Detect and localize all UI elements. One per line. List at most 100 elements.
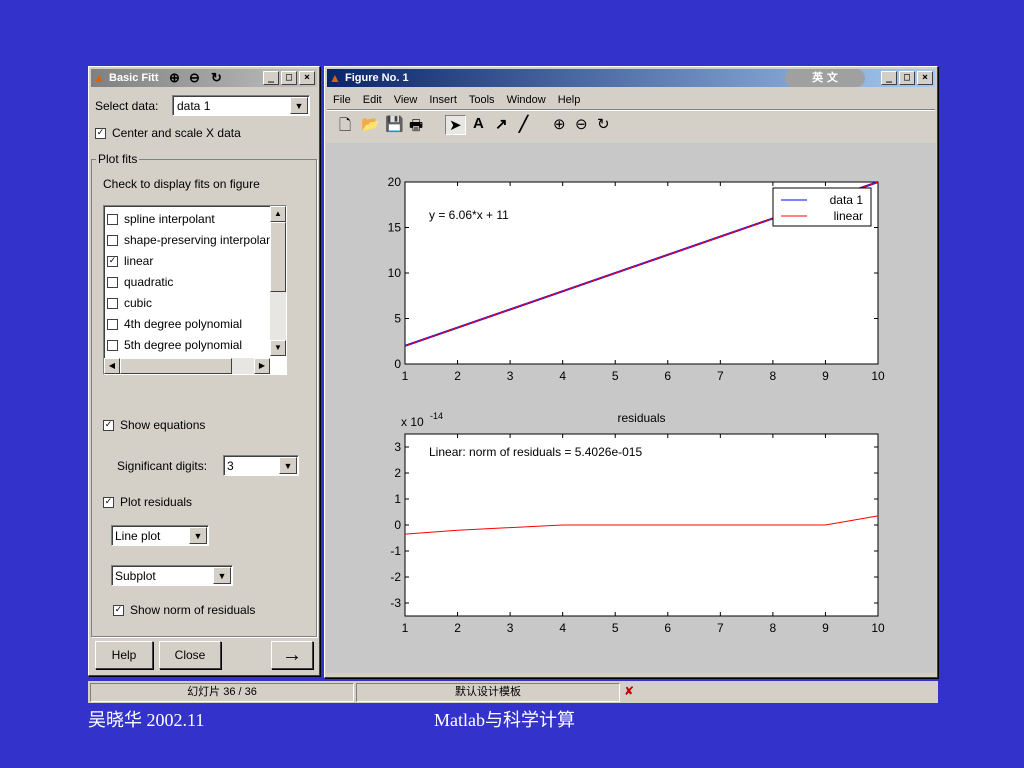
residual-plot-xtick-label: 8 <box>770 621 777 635</box>
close-button[interactable]: Close <box>159 641 221 669</box>
fit-option-label: 5th degree polynomial <box>124 338 243 352</box>
chevron-down-icon[interactable]: ▼ <box>290 97 308 114</box>
checkbox-icon[interactable] <box>107 277 118 289</box>
scroll-right-button[interactable]: ▶ <box>254 358 270 374</box>
rotate-icon[interactable]: ↻ <box>211 70 222 86</box>
maximize-button[interactable]: □ <box>899 71 915 85</box>
insert-arrow-icon[interactable]: ↗ <box>495 115 508 133</box>
fit-options-items: spline interpolant shape-preserving inter… <box>107 209 276 356</box>
status-template-panel: 默认设计模板 <box>356 683 620 702</box>
chevron-down-icon[interactable]: ▼ <box>279 457 297 474</box>
basic-fitting-title: Basic Fitt <box>109 72 159 84</box>
checkbox-icon[interactable] <box>107 340 118 352</box>
menu-window[interactable]: Window <box>507 94 546 106</box>
residual-plot-exponent-power: -14 <box>430 411 443 421</box>
figure-canvas[interactable]: 1 2 3 4 5 6 7 8 9 1005101520y = 6.06*x + 11data 1… <box>326 143 936 673</box>
checkbox-icon[interactable] <box>107 319 118 331</box>
checkbox-icon[interactable]: ✓ <box>107 256 118 268</box>
scroll-down-button[interactable]: ▼ <box>270 340 286 356</box>
fit-option-item[interactable]: 4th degree polynomial <box>107 314 267 335</box>
fit-option-item[interactable]: spline interpolant <box>107 209 267 230</box>
figure-titlebar[interactable]: ▲ Figure No. 1 英 文 _ □ × <box>327 69 935 87</box>
menu-view[interactable]: View <box>394 94 418 106</box>
figure-title: Figure No. 1 <box>345 72 409 84</box>
checkbox-icon[interactable]: ✓ <box>95 128 106 140</box>
residual-plot-ytick-label: 1 <box>394 492 401 506</box>
chevron-down-icon[interactable]: ▼ <box>189 527 207 544</box>
menu-insert[interactable]: Insert <box>429 94 457 106</box>
zoom-in-icon[interactable]: ⊕ <box>553 115 566 133</box>
fit-option-item[interactable]: shape-preserving interpolant <box>107 230 276 251</box>
fit-plot-xtick-label: 7 <box>717 369 724 383</box>
menu-bar: File Edit View Insert Tools Window Help <box>333 92 592 106</box>
fit-options-list[interactable]: spline interpolant shape-preserving inter… <box>103 205 287 375</box>
matlab-logo-icon: ▲ <box>93 71 105 85</box>
fit-plot-xtick-label: 5 <box>612 369 619 383</box>
rotate-3d-icon[interactable]: ↻ <box>597 115 610 133</box>
open-folder-icon[interactable]: 📂 <box>361 115 380 133</box>
checkbox-icon[interactable]: ✓ <box>103 497 114 509</box>
residual-plot-ytick-label: 3 <box>394 440 401 454</box>
new-figure-icon[interactable]: 🗋 <box>339 115 351 140</box>
zoom-in-icon[interactable]: ⊕ <box>169 70 180 86</box>
center-scale-checkbox[interactable]: ✓ Center and scale X data <box>95 126 241 140</box>
show-equations-checkbox[interactable]: ✓ Show equations <box>103 418 205 432</box>
checkbox-icon[interactable]: ✓ <box>113 605 124 617</box>
chevron-down-icon[interactable]: ▼ <box>213 567 231 584</box>
sig-digits-dropdown[interactable]: 3 ▼ <box>223 455 299 476</box>
zoom-out-icon[interactable]: ⊖ <box>575 115 588 133</box>
residual-plot-xtick-label: 2 <box>454 621 461 635</box>
figure-window: ▲ Figure No. 1 英 文 _ □ × File Edit View Ins… <box>324 66 938 678</box>
hscroll-thumb[interactable] <box>120 358 232 374</box>
fit-option-item[interactable]: ✓ linear <box>107 251 267 272</box>
residual-plot-ytick-label: -3 <box>390 596 401 610</box>
status-slide-panel: 幻灯片 36 / 36 <box>90 683 354 702</box>
plot-residuals-checkbox[interactable]: ✓ Plot residuals <box>103 495 192 509</box>
save-icon[interactable]: 💾 <box>385 115 404 133</box>
residual-plot-ytick-label: 0 <box>394 518 401 532</box>
residual-plot-xtick-label: 5 <box>612 621 619 635</box>
fit-plot-ytick-label: 0 <box>394 357 401 371</box>
minimize-button[interactable]: _ <box>881 71 897 85</box>
scroll-thumb[interactable] <box>270 222 286 292</box>
insert-text-icon[interactable]: A <box>473 115 484 132</box>
fit-option-item[interactable]: quadratic <box>107 272 267 293</box>
spell-check-icon[interactable]: ✘ <box>624 684 634 698</box>
minimize-button[interactable]: _ <box>263 71 279 85</box>
menu-help[interactable]: Help <box>558 94 581 106</box>
horizontal-scrollbar[interactable]: ◀ ▶ <box>104 358 270 374</box>
ime-indicator[interactable]: 英 文 <box>785 69 865 87</box>
scroll-left-button[interactable]: ◀ <box>104 358 120 374</box>
maximize-button[interactable]: □ <box>281 71 297 85</box>
fit-plot-xtick-label: 4 <box>559 369 566 383</box>
fit-option-label: spline interpolant <box>124 212 215 226</box>
select-arrow-icon[interactable]: ➤ <box>445 115 466 135</box>
residual-plot-xtick-label: 6 <box>664 621 671 635</box>
fit-option-item[interactable]: cubic <box>107 293 267 314</box>
basic-fitting-titlebar[interactable]: ▲ Basic Fitt ⊕ ⊖ ↻ _ □ × <box>91 69 317 87</box>
vertical-scrollbar[interactable]: ▲ ▼ <box>270 206 286 356</box>
close-window-button[interactable]: × <box>299 71 315 85</box>
menu-tools[interactable]: Tools <box>469 94 495 106</box>
scroll-up-button[interactable]: ▲ <box>270 206 286 222</box>
show-norm-checkbox[interactable]: ✓ Show norm of residuals <box>113 603 255 617</box>
fit-plot-xtick-label: 9 <box>822 369 829 383</box>
insert-line-icon[interactable]: ╱ <box>519 115 528 133</box>
menu-file[interactable]: File <box>333 94 351 106</box>
zoom-out-icon[interactable]: ⊖ <box>189 70 200 86</box>
arrow-forward-button[interactable]: → <box>271 641 313 669</box>
checkbox-icon[interactable] <box>107 298 118 310</box>
print-icon[interactable]: 🖶 <box>409 115 423 140</box>
checkbox-icon[interactable] <box>107 235 118 247</box>
select-data-dropdown[interactable]: data 1 ▼ <box>172 95 310 116</box>
checkbox-icon[interactable] <box>107 214 118 226</box>
residual-layout-dropdown[interactable]: Subplot ▼ <box>111 565 233 586</box>
checkbox-icon[interactable]: ✓ <box>103 420 114 432</box>
residual-plot-ytick-label: -2 <box>390 570 401 584</box>
menu-edit[interactable]: Edit <box>363 94 382 106</box>
residual-plot-type-dropdown[interactable]: Line plot ▼ <box>111 525 209 546</box>
help-button[interactable]: Help <box>95 641 153 669</box>
fit-option-item[interactable]: 5th degree polynomial <box>107 335 267 356</box>
center-scale-label: Center and scale X data <box>112 126 241 140</box>
close-window-button[interactable]: × <box>917 71 933 85</box>
